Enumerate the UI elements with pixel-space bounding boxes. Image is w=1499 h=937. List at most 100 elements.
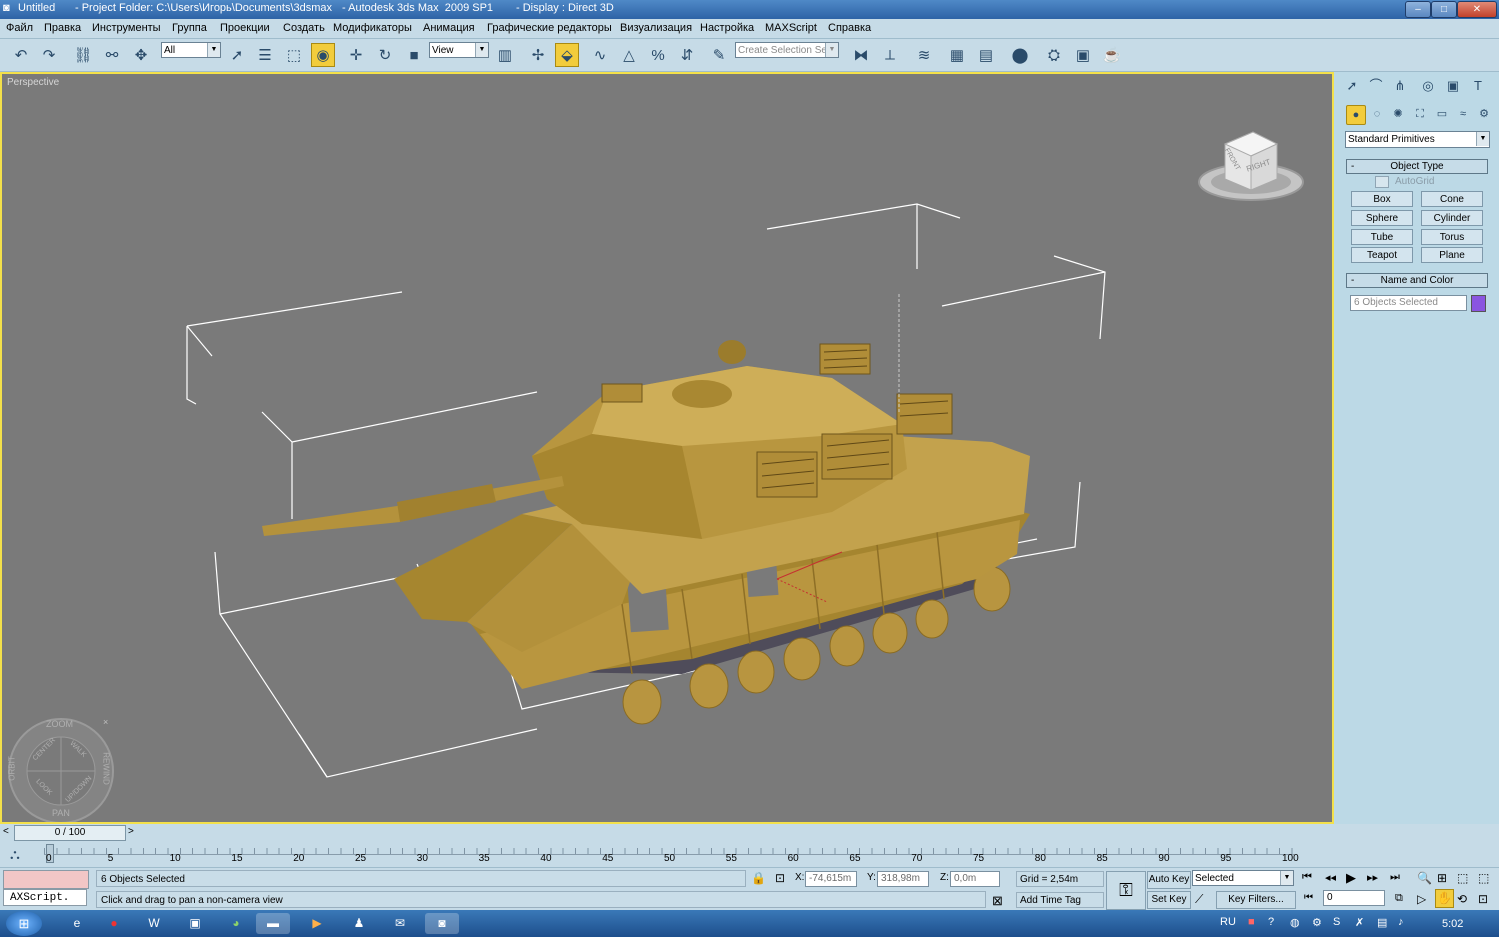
maximize-button[interactable]: □ xyxy=(1431,1,1457,18)
user-icon[interactable]: ♟ xyxy=(342,913,376,934)
outlook-icon[interactable]: ▣ xyxy=(178,913,212,934)
spacewarps-icon[interactable]: ≈ xyxy=(1454,105,1472,123)
undo-icon[interactable]: ↶ xyxy=(9,43,33,67)
zoom-extents-all-icon[interactable]: ⬚ xyxy=(1478,871,1489,885)
z-coordinate-field[interactable]: 0,0m xyxy=(950,871,1000,887)
track-bar[interactable]: ⛬ 0 5 10 15 20 25 30 35 40 45 50 55 60 65 70 75 80 85 90 95… xyxy=(0,842,1499,867)
rect-region-icon[interactable]: ⬚ xyxy=(282,43,306,67)
close-icon[interactable]: × xyxy=(103,717,108,727)
menu-modifiers[interactable]: Модификаторы xyxy=(333,22,412,34)
menu-graph-editors[interactable]: Графические редакторы xyxy=(487,22,612,34)
unlink-icon[interactable]: ⚯ xyxy=(100,43,124,67)
display-tab-icon[interactable]: ▣ xyxy=(1443,76,1463,96)
tray-tools-icon[interactable]: ✗ xyxy=(1355,916,1364,929)
menu-rendering[interactable]: Визуализация xyxy=(620,22,692,34)
key-mode-toggle-icon[interactable]: ⏮ xyxy=(1304,892,1313,903)
tray-help-icon[interactable]: ? xyxy=(1268,916,1274,928)
key-filters-button[interactable]: Key Filters... xyxy=(1216,891,1296,909)
time-tag-icon[interactable]: ⊠ xyxy=(992,893,1003,909)
quick-render-icon[interactable]: ☕ xyxy=(1100,43,1124,67)
sphere-button[interactable]: Sphere xyxy=(1351,210,1413,226)
spinner-snap-icon[interactable]: ⇵ xyxy=(675,43,699,67)
motion-tab-icon[interactable]: ◎ xyxy=(1418,76,1438,96)
auto-key-button[interactable]: Auto Key xyxy=(1147,871,1191,889)
named-selection-dropdown[interactable]: Create Selection Set ▼ xyxy=(735,42,839,58)
curve-editor-icon[interactable]: ▦ xyxy=(945,43,969,67)
menu-animation[interactable]: Анимация xyxy=(423,22,475,34)
lights-icon[interactable]: ✺ xyxy=(1389,105,1407,123)
add-time-tag-button[interactable]: Add Time Tag xyxy=(1016,892,1104,908)
cylinder-button[interactable]: Cylinder xyxy=(1421,210,1483,226)
menu-customize[interactable]: Настройка xyxy=(700,22,754,34)
select-icon[interactable]: ➚ xyxy=(225,43,249,67)
time-prev-icon[interactable]: < xyxy=(3,826,9,837)
x-coordinate-field[interactable]: -74,615m xyxy=(805,871,857,887)
tray-network-icon[interactable]: ▤ xyxy=(1377,916,1387,929)
render-setup-icon[interactable]: ⛭ xyxy=(1042,43,1066,67)
wheel-zoom[interactable]: ZOOM xyxy=(46,719,73,729)
menu-file[interactable]: Файл xyxy=(6,22,33,34)
rendered-frame-icon[interactable]: ▣ xyxy=(1071,43,1095,67)
menu-help[interactable]: Справка xyxy=(828,22,871,34)
wheel-orbit[interactable]: ORBIT xyxy=(8,756,17,780)
select-link-icon[interactable]: ⛓ xyxy=(71,43,95,67)
menu-tools[interactable]: Инструменты xyxy=(92,22,161,34)
mirror-icon[interactable]: ⧓ xyxy=(849,43,873,67)
shapes-icon[interactable]: ◌ xyxy=(1368,105,1386,123)
torus-button[interactable]: Torus xyxy=(1421,229,1483,245)
tangent-icon[interactable]: ⟋ xyxy=(1195,892,1203,907)
curve-editor-mini-icon[interactable]: ⛬ xyxy=(10,846,20,863)
tray-antivirus-icon[interactable]: ■ xyxy=(1248,916,1255,928)
goto-start-icon[interactable]: ⏮ xyxy=(1302,871,1312,884)
redo-icon[interactable]: ↷ xyxy=(37,43,61,67)
wheel-pan[interactable]: PAN xyxy=(52,808,70,818)
utilities-tab-icon[interactable]: T xyxy=(1468,76,1488,96)
plane-button[interactable]: Plane xyxy=(1421,247,1483,263)
minimize-button[interactable]: – xyxy=(1405,1,1431,18)
tray-globe-icon[interactable]: ◍ xyxy=(1290,916,1300,929)
wheel-rewind[interactable]: REWIND xyxy=(102,752,111,784)
select-by-name-icon[interactable]: ☰ xyxy=(253,43,277,67)
systems-icon[interactable]: ⚙ xyxy=(1475,105,1493,123)
viewcube[interactable]: RIGHT FRONT xyxy=(1195,124,1307,204)
move-icon[interactable]: ✛ xyxy=(344,43,368,67)
time-slider[interactable]: < 0 / 100 > xyxy=(0,824,1499,842)
tray-skype-icon[interactable]: S xyxy=(1333,916,1340,928)
next-frame-icon[interactable]: ▸▸ xyxy=(1367,871,1378,884)
snap-3d-icon[interactable]: ∿ xyxy=(588,43,612,67)
maxscript-listener-top[interactable] xyxy=(3,870,89,889)
opera-icon[interactable]: ● xyxy=(97,913,131,934)
maximize-viewport-icon[interactable]: ⊡ xyxy=(1478,892,1488,906)
menu-create[interactable]: Создать xyxy=(283,22,325,34)
steering-wheel[interactable]: ZOOM PAN ORBIT REWIND CENTER WALK LOOK U… xyxy=(6,716,116,822)
word-icon[interactable]: W xyxy=(137,913,171,934)
goto-end-icon[interactable]: ⏭ xyxy=(1390,871,1400,884)
explorer-icon[interactable]: ▬ xyxy=(256,913,290,934)
orbit-icon[interactable]: ⟲ xyxy=(1457,892,1467,906)
percent-snap-icon[interactable]: % xyxy=(646,43,670,67)
align-icon[interactable]: ⟂ xyxy=(878,43,902,67)
zoom-icon[interactable]: 🔍 xyxy=(1417,871,1432,885)
ie-icon[interactable]: e xyxy=(60,913,94,934)
field-of-view-icon[interactable]: ▷ xyxy=(1417,892,1426,906)
scale-icon[interactable]: ■ xyxy=(402,43,426,67)
object-type-rollout-header[interactable]: - Object Type xyxy=(1346,159,1488,174)
lock-icon[interactable]: 🔒 xyxy=(751,871,766,885)
time-slider-thumb[interactable]: 0 / 100 xyxy=(14,825,126,841)
box-button[interactable]: Box xyxy=(1351,191,1413,207)
window-crossing-icon[interactable]: ◉ xyxy=(311,43,335,67)
geometry-icon[interactable]: ● xyxy=(1346,105,1366,125)
object-color-swatch[interactable] xyxy=(1471,295,1486,312)
object-name-field[interactable]: 6 Objects Selected xyxy=(1350,295,1467,311)
mail-icon[interactable]: ✉ xyxy=(383,913,417,934)
category-dropdown[interactable]: Standard Primitives ▼ xyxy=(1345,131,1490,148)
set-key-button[interactable]: Set Key xyxy=(1147,891,1191,909)
pan-hand-icon[interactable]: ✋ xyxy=(1435,889,1454,908)
key-icon[interactable]: ⚿ xyxy=(1106,871,1146,910)
tray-gear-icon[interactable]: ⚙ xyxy=(1312,916,1322,929)
maxscript-mini-listener[interactable]: AXScript. xyxy=(3,889,87,906)
edit-named-sel-icon[interactable]: ✎ xyxy=(707,43,731,67)
autogrid-checkbox[interactable] xyxy=(1375,176,1389,188)
y-coordinate-field[interactable]: 318,98m xyxy=(877,871,929,887)
perspective-viewport[interactable]: Perspective RIGHT FRONT ZOOM PAN ORBIT R… xyxy=(0,72,1334,824)
